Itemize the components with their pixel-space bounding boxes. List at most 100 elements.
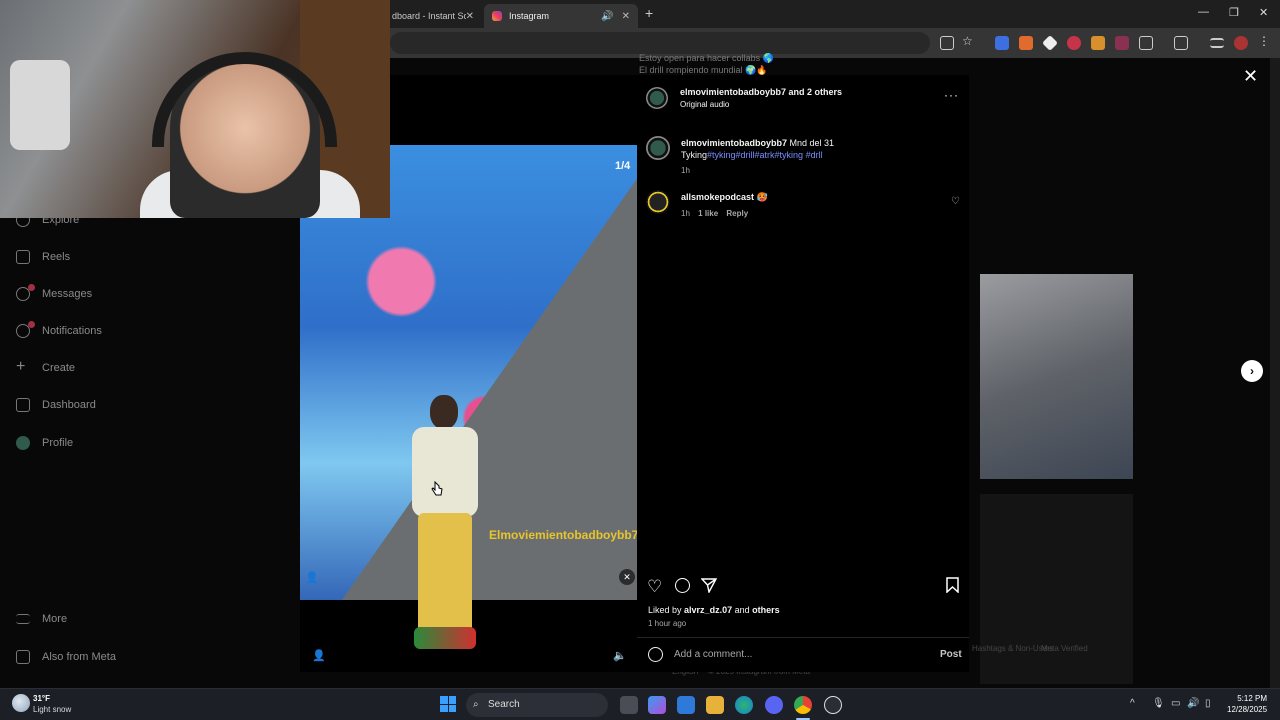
maximize-button[interactable]: ❐ (1229, 6, 1239, 19)
post-header-authors: elmovimientobadboybb7 and 2 others (680, 87, 842, 97)
meta-apps-icon (16, 650, 30, 664)
close-tab-icon[interactable]: ✕ (622, 11, 630, 22)
close-modal-button[interactable]: ✕ (1243, 66, 1258, 87)
url-bar[interactable] (390, 32, 930, 54)
hamburger-icon (16, 614, 30, 624)
screen: dboard - Instant So ✕ Instagram 🔊 ✕ + — … (0, 0, 1280, 720)
sidebar-item-create[interactable]: + Create (16, 359, 75, 375)
weather-icon[interactable] (12, 694, 30, 712)
task-view-icon[interactable] (620, 696, 638, 714)
tab-search-icon[interactable] (1210, 38, 1224, 48)
liked-by: Liked by alvrz_dz.07 and others (648, 605, 780, 615)
close-window-button[interactable]: ✕ (1259, 6, 1268, 19)
caption-text: Mnd del 31 (789, 138, 835, 148)
post-timestamp[interactable]: 1 hour ago (648, 619, 686, 628)
system-clock[interactable]: 5:12 PM 12/28/2025 (1227, 693, 1267, 715)
comment-bubble-icon[interactable] (675, 578, 690, 593)
sidebar-item-also-from-meta[interactable]: Also from Meta (16, 650, 116, 664)
audio-playing-icon[interactable]: 🔊 (601, 11, 613, 22)
minimize-button[interactable]: — (1198, 6, 1209, 18)
author-avatar[interactable] (646, 87, 668, 109)
caption-time[interactable]: 1h (681, 166, 690, 175)
liked-by-username[interactable]: alvrz_dz.07 (684, 605, 732, 615)
install-app-icon[interactable] (940, 36, 954, 50)
taskbar-search[interactable]: ⌕ Search (466, 693, 608, 717)
share-send-icon[interactable] (701, 577, 717, 593)
footer-link[interactable]: Meta Verified (1041, 644, 1088, 653)
extension-icon[interactable] (995, 36, 1009, 50)
network-icon[interactable]: ▭ (1171, 698, 1180, 709)
comment-reply-button[interactable]: Reply (726, 209, 748, 218)
author-username[interactable]: elmovimientobadboybb7 (680, 87, 786, 97)
start-button[interactable] (440, 696, 456, 712)
search-icon: ⌕ (473, 699, 479, 710)
sidebar-item-reels[interactable]: Reels (16, 250, 70, 264)
sidebar-item-notifications[interactable]: Notifications (16, 321, 102, 338)
profile-avatar (16, 436, 30, 450)
file-explorer-icon[interactable] (706, 696, 724, 714)
bookmark-star-icon[interactable]: ☆ (962, 34, 976, 48)
instagram-icon (492, 11, 502, 21)
extensions-puzzle-icon[interactable] (1139, 36, 1153, 50)
commenter-avatar[interactable] (646, 190, 670, 214)
sidebar-item-profile[interactable]: Profile (16, 436, 73, 450)
extension-icon[interactable] (1115, 36, 1129, 50)
extension-icon[interactable] (1067, 36, 1081, 50)
sidebar-item-messages[interactable]: Messages (16, 284, 93, 301)
app-icon[interactable] (824, 696, 842, 714)
hand-cursor-icon (431, 481, 443, 496)
extension-icon[interactable] (1042, 35, 1058, 51)
sidebar-item-label: Reels (42, 251, 71, 263)
emoji-picker-icon[interactable] (648, 647, 663, 662)
tagged-users-icon[interactable]: 👤 (312, 649, 326, 662)
save-bookmark-icon[interactable] (946, 577, 959, 593)
like-heart-icon[interactable]: ♡ (647, 577, 662, 597)
like-comment-heart-icon[interactable]: ♡ (951, 196, 960, 207)
sidebar-item-dashboard[interactable]: Dashboard (16, 398, 96, 412)
page-scrollbar[interactable] (1270, 58, 1280, 688)
new-tab-button[interactable]: + (645, 5, 653, 21)
volume-icon[interactable]: 🔊 (1187, 698, 1199, 709)
post-thumbnail[interactable] (980, 274, 1133, 479)
tab-instagram[interactable]: Instagram 🔊 ✕ (484, 4, 638, 28)
battery-icon[interactable]: ▯ (1205, 698, 1211, 709)
sidebar-item-more[interactable]: More (16, 613, 67, 625)
close-tab-icon[interactable]: ✕ (466, 11, 474, 22)
browser-menu-icon[interactable]: ⋮ (1258, 34, 1272, 48)
caption-hashtags[interactable]: #tyking#drill#atrk#tyking #drll (707, 150, 823, 160)
tagged-users-icon[interactable]: 👤 (305, 571, 319, 584)
webcam-overlay (0, 0, 390, 218)
mail-icon[interactable] (677, 696, 695, 714)
collaborators-label[interactable]: and 2 others (789, 87, 843, 97)
liked-by-others[interactable]: others (752, 605, 780, 615)
extension-icon[interactable] (1019, 36, 1033, 50)
original-audio-link[interactable]: Original audio (680, 100, 729, 109)
more-options-button[interactable]: ··· (944, 88, 959, 102)
mute-icon[interactable]: ✕ (619, 569, 635, 585)
comment-time[interactable]: 1h (681, 209, 690, 218)
commenter-username[interactable]: allsmokepodcast (681, 192, 754, 202)
clock-date: 12/28/2025 (1227, 705, 1268, 714)
discord-icon[interactable] (765, 696, 783, 714)
post-comment-button[interactable]: Post (940, 649, 962, 660)
weather-temperature[interactable]: 31°F (33, 694, 50, 703)
sidebar-item-label: Messages (42, 288, 93, 300)
caption-username[interactable]: elmovimientobadboybb7 (681, 138, 787, 148)
comment-likes[interactable]: 1 like (698, 209, 718, 218)
side-panel-icon[interactable] (1174, 36, 1188, 50)
copilot-icon[interactable] (648, 696, 666, 714)
profile-avatar-icon[interactable] (1234, 36, 1248, 50)
comment-input[interactable]: Add a comment... (674, 649, 752, 660)
edge-icon[interactable] (735, 696, 753, 714)
microphone-icon[interactable]: 🎙 (1152, 698, 1165, 709)
post-thumbnail[interactable] (980, 494, 1133, 684)
extension-icon[interactable] (1091, 36, 1105, 50)
weather-condition[interactable]: Light snow (33, 705, 71, 714)
next-post-button[interactable]: › (1241, 360, 1263, 382)
caption-author-avatar[interactable] (646, 136, 670, 160)
chrome-icon[interactable] (794, 696, 812, 714)
volume-icon[interactable]: 🔈 (613, 649, 627, 662)
tab-dashboard[interactable]: dboard - Instant So ✕ (384, 4, 482, 28)
show-hidden-icons[interactable]: ^ (1130, 698, 1135, 709)
liked-by-prefix: Liked by (648, 605, 682, 615)
